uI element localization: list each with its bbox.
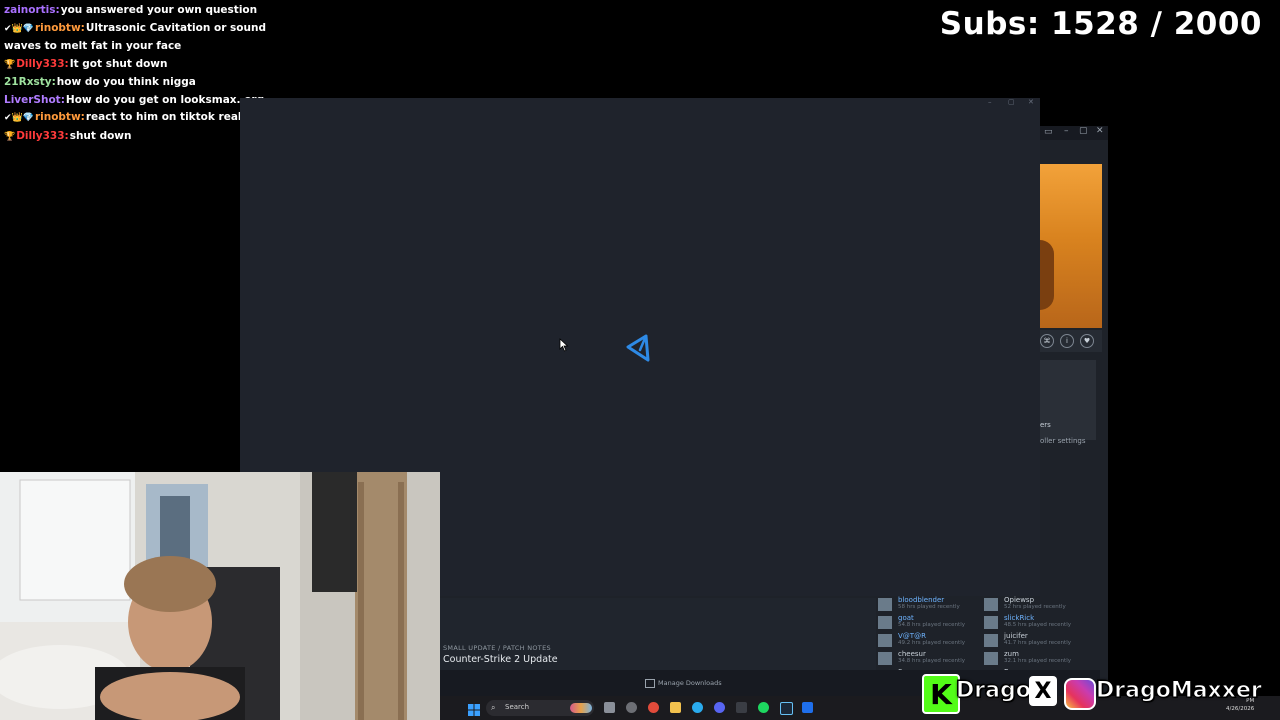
friend-name: bloodblender xyxy=(898,596,945,604)
chat-username[interactable]: LiverShot: xyxy=(4,94,65,106)
controller-icon[interactable]: ⌘ xyxy=(1040,334,1054,348)
chat-text: you answered your own question xyxy=(60,4,258,16)
file-explorer-icon[interactable] xyxy=(670,702,681,713)
downloads-icon[interactable] xyxy=(645,679,655,688)
monitor-icon[interactable]: ▭ xyxy=(1044,127,1053,137)
search-icon: ⌕ xyxy=(491,703,496,712)
friend-item[interactable]: Opiewsp 52 hrs played recently xyxy=(984,596,1084,613)
instagram-username: DragoMaxxer xyxy=(1096,678,1263,704)
webcam-feed xyxy=(0,472,440,720)
screen: { "chat": [ {"user":"zainortis:","text":… xyxy=(0,0,1280,720)
discord-icon[interactable] xyxy=(714,702,725,713)
close-icon[interactable]: ✕ xyxy=(1096,126,1104,136)
friend-playtime: 41.7 hrs played recently xyxy=(1004,640,1071,646)
friends-activity: bloodblender 58 hrs played recently Opiews… xyxy=(876,594,1098,683)
patch-notes-title[interactable]: Counter-Strike 2 Update xyxy=(443,654,558,665)
friend-item[interactable]: zum 32.1 hrs played recently xyxy=(984,650,1084,667)
friend-name: V@T@R xyxy=(898,632,926,640)
chrome-icon[interactable] xyxy=(648,702,659,713)
close-icon[interactable]: ✕ xyxy=(1028,98,1034,106)
friend-playtime: 49.2 hrs played recently xyxy=(898,640,965,646)
chat-username[interactable]: rinobtw: xyxy=(35,111,85,123)
chat-badge-icon: ✔👑💎 xyxy=(4,113,34,123)
game-banner-figure xyxy=(1040,240,1054,310)
maximize-icon[interactable]: ▢ xyxy=(1008,98,1015,106)
chat-text: It got shut down xyxy=(69,57,168,70)
chat-badge-icon: ✔👑💎 xyxy=(4,23,34,34)
chat-badge-icon: 🏆 xyxy=(4,59,16,70)
instagram-logo-icon xyxy=(1064,678,1096,710)
chat-username[interactable]: Dilly333: xyxy=(16,58,68,70)
controller-settings-link[interactable]: oller settings xyxy=(1040,437,1086,445)
x-logo-icon: X xyxy=(1029,676,1057,706)
friend-name: Opiewsp xyxy=(1004,596,1035,604)
friend-playtime: 52 hrs played recently xyxy=(1004,604,1066,610)
chat-text: shut down xyxy=(69,129,132,142)
chat-username[interactable]: zainortis: xyxy=(4,4,60,16)
chat-message: 21Rxsty:how do you think nigga xyxy=(4,74,294,92)
app-icon[interactable] xyxy=(736,702,747,713)
chat-username[interactable]: 21Rxsty: xyxy=(4,76,56,88)
friend-avatar xyxy=(984,598,998,611)
kick-username: Drago xyxy=(956,678,1032,704)
maximize-icon[interactable]: ▢ xyxy=(1079,126,1088,136)
friend-item[interactable]: V@T@R 49.2 hrs played recently xyxy=(878,632,978,649)
chat-text: how do you think nigga xyxy=(56,76,196,88)
chat-message: ✔👑💎rinobtw:Ultrasonic Cavitation or soun… xyxy=(4,20,294,56)
friend-playtime: 34.8 hrs played recently xyxy=(898,658,965,664)
chat-username[interactable]: Dilly333: xyxy=(16,130,68,142)
chat-username[interactable]: rinobtw: xyxy=(35,22,85,34)
chat-text: How do you get on looksmax. org xyxy=(65,93,265,106)
mouse-cursor-icon xyxy=(559,338,569,355)
friend-avatar xyxy=(878,598,892,611)
patch-notes-label: SMALL UPDATE / PATCH NOTES xyxy=(443,644,551,652)
info-icon[interactable]: i xyxy=(1060,334,1074,348)
launcher-logo-icon xyxy=(622,332,654,364)
friend-name: juicifer xyxy=(1004,632,1028,640)
chat-badge-icon: 🏆 xyxy=(4,131,16,142)
clock-date: 4/26/2026 xyxy=(1226,706,1255,712)
friend-item[interactable]: cheesur 34.8 hrs played recently xyxy=(878,650,978,667)
spotify-icon[interactable] xyxy=(758,702,769,713)
task-view-icon[interactable] xyxy=(604,702,615,713)
side-panel-label: ers xyxy=(1040,421,1051,429)
friend-name: goat xyxy=(898,614,914,622)
friend-name: cheesur xyxy=(898,650,926,658)
search-highlight-icon xyxy=(570,703,592,713)
game-action-bar: ⌘ i ♥ xyxy=(1040,330,1102,352)
launcher-titlebar: – ▢ ✕ xyxy=(240,98,1040,110)
friend-playtime: 48.5 hrs played recently xyxy=(1004,622,1071,628)
friend-name: slickRick xyxy=(1004,614,1035,622)
friend-avatar xyxy=(878,652,892,665)
friend-item[interactable]: slickRick 48.5 hrs played recently xyxy=(984,614,1084,631)
friend-item[interactable]: bloodblender 58 hrs played recently xyxy=(878,596,978,613)
chat-message: 🏆Dilly333:It got shut down xyxy=(4,56,294,75)
friend-avatar xyxy=(878,634,892,647)
friend-avatar xyxy=(984,634,998,647)
friend-item[interactable]: juicifer 41.7 hrs played recently xyxy=(984,632,1084,649)
minimize-icon[interactable]: – xyxy=(988,98,992,106)
friend-avatar xyxy=(984,616,998,629)
steam-icon[interactable] xyxy=(780,702,793,715)
search-label: Search xyxy=(505,703,530,711)
friend-item[interactable]: goat 54.8 hrs played recently xyxy=(878,614,978,631)
steam-titlebar: ▭ – ▢ ✕ xyxy=(1040,126,1108,140)
friend-playtime: 32.1 hrs played recently xyxy=(1004,658,1071,664)
minimize-icon[interactable]: – xyxy=(1064,126,1069,136)
friend-avatar xyxy=(984,652,998,665)
telegram-icon[interactable] xyxy=(692,702,703,713)
favorite-icon[interactable]: ♥ xyxy=(1080,334,1094,348)
launcher-icon[interactable] xyxy=(802,702,813,713)
chat-message: zainortis:you answered your own question xyxy=(4,2,294,20)
subs-counter: Subs: 1528 / 2000 xyxy=(939,6,1262,42)
friend-playtime: 54.8 hrs played recently xyxy=(898,622,965,628)
manage-downloads-button[interactable]: Manage Downloads xyxy=(658,679,722,687)
friend-name: zum xyxy=(1004,650,1019,658)
kick-logo-icon: K xyxy=(922,674,960,714)
friend-playtime: 58 hrs played recently xyxy=(898,604,960,610)
windows-start-icon[interactable] xyxy=(468,701,480,716)
settings-gear-icon[interactable] xyxy=(626,702,637,713)
friend-avatar xyxy=(878,616,892,629)
